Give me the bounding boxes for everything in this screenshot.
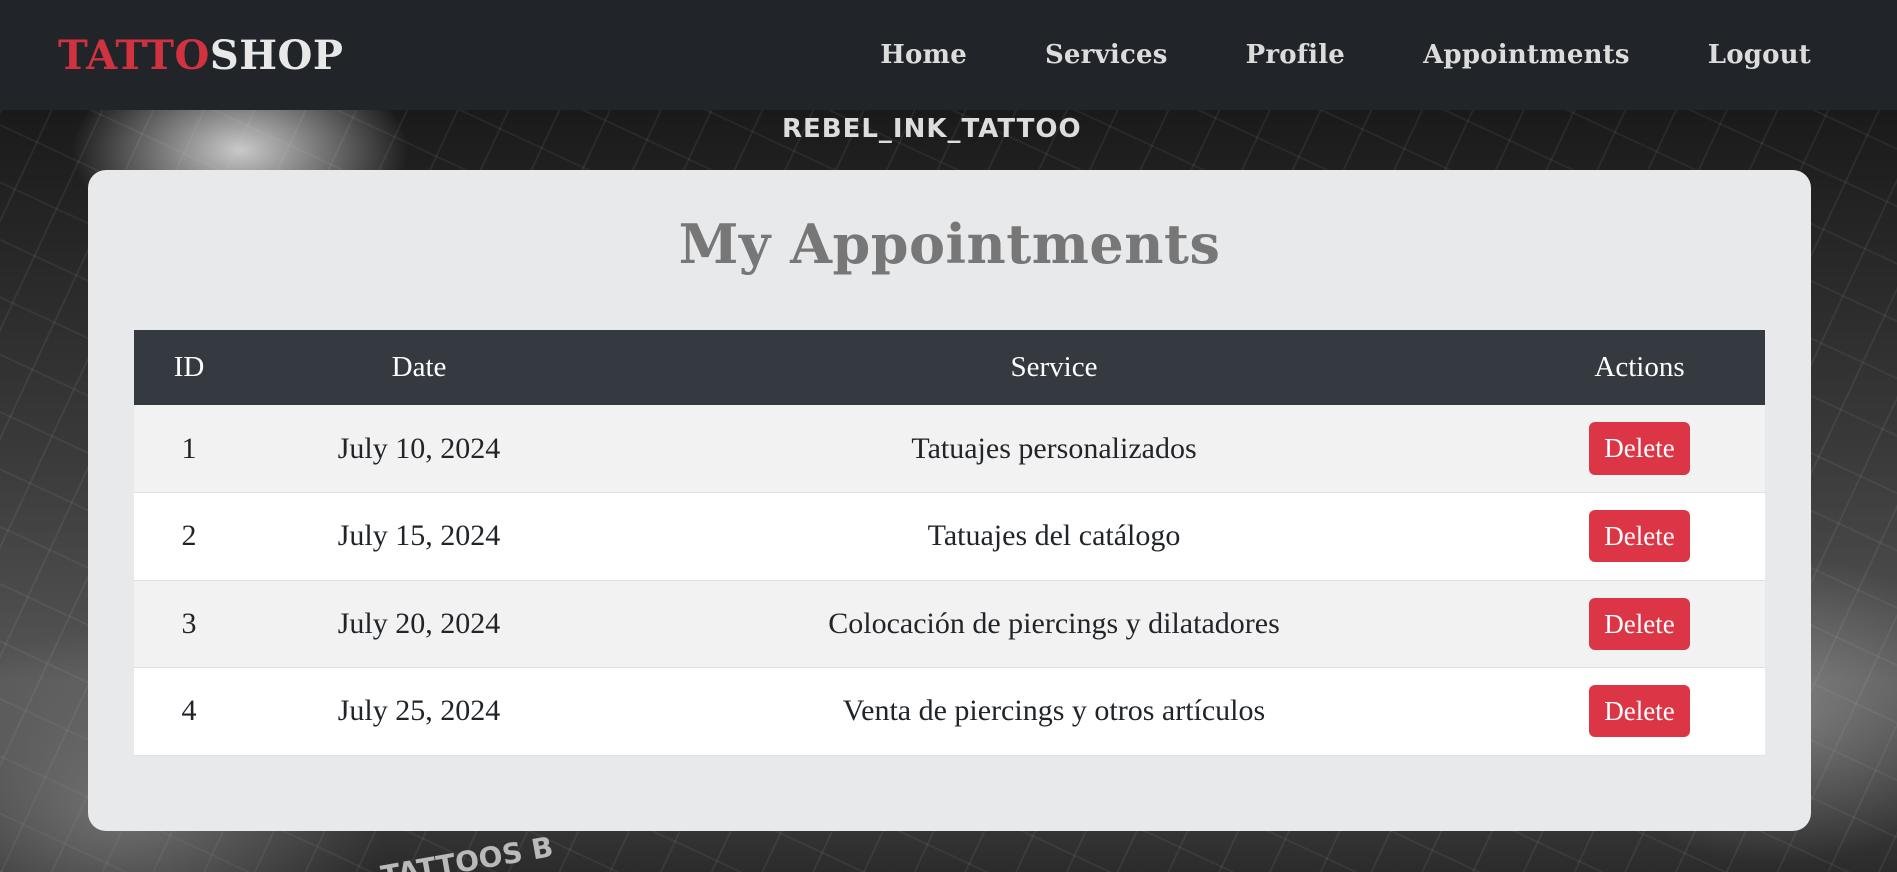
cell-service: Tatuajes del catálogo: [927, 519, 1181, 553]
table-row: 1 July 10, 2024 Tatuajes personalizados …: [134, 405, 1765, 493]
header-service: Service: [1010, 351, 1098, 383]
cell-service: Colocación de piercings y dilatadores: [828, 606, 1280, 640]
nav-services[interactable]: Services: [1006, 40, 1207, 70]
table-row: 2 July 15, 2024 Tatuajes del catálogo De…: [134, 492, 1765, 581]
navbar: TATTO SHOP Home Services Profile Appoint…: [0, 0, 1897, 110]
background-sign: REBEL_INK_TATTOO: [520, 110, 1720, 150]
nav-logout[interactable]: Logout: [1669, 40, 1849, 70]
table-row: 3 July 20, 2024 Colocación de piercings …: [134, 580, 1765, 668]
delete-button[interactable]: Delete: [1589, 510, 1690, 563]
nav-appointments[interactable]: Appointments: [1384, 40, 1669, 70]
cell-date: July 25, 2024: [337, 694, 501, 728]
cell-date: July 15, 2024: [337, 519, 501, 553]
cell-actions: Delete: [1514, 493, 1765, 581]
cell-date: July 10, 2024: [337, 431, 501, 465]
delete-button[interactable]: Delete: [1589, 685, 1690, 738]
cell-actions: Delete: [1514, 405, 1765, 493]
delete-button[interactable]: Delete: [1589, 597, 1690, 650]
cell-actions: Delete: [1514, 668, 1765, 756]
table-header-row: ID Date Service Actions: [134, 330, 1765, 405]
table-row: 4 July 25, 2024 Venta de piercings y otr…: [134, 667, 1765, 756]
appointments-card: My Appointments ID Date Service Actions …: [88, 170, 1811, 831]
cell-id: 2: [181, 519, 197, 553]
cell-id: 3: [181, 606, 197, 640]
cell-date: July 20, 2024: [337, 606, 501, 640]
background-sign-handle: REBEL_INK_TATTOO: [782, 114, 1082, 144]
nav-links: Home Services Profile Appointments Logou…: [841, 40, 1849, 70]
cell-id: 1: [181, 431, 197, 465]
nav-home[interactable]: Home: [841, 40, 1006, 70]
cell-actions: Delete: [1514, 580, 1765, 668]
cell-id: 4: [181, 694, 197, 728]
header-id: ID: [173, 351, 205, 383]
brand-part1: TATTO: [58, 31, 210, 79]
nav-profile[interactable]: Profile: [1207, 40, 1384, 70]
delete-button[interactable]: Delete: [1589, 422, 1690, 475]
header-date: Date: [391, 351, 447, 383]
brand-part2: SHOP: [209, 31, 344, 79]
brand-logo[interactable]: TATTO SHOP: [58, 32, 343, 79]
appointments-table: ID Date Service Actions 1 July 10, 2024 …: [134, 330, 1765, 756]
header-actions: Actions: [1594, 351, 1685, 383]
cell-service: Venta de piercings y otros artículos: [842, 694, 1266, 728]
page-title: My Appointments: [678, 212, 1221, 276]
cell-service: Tatuajes personalizados: [911, 431, 1197, 465]
